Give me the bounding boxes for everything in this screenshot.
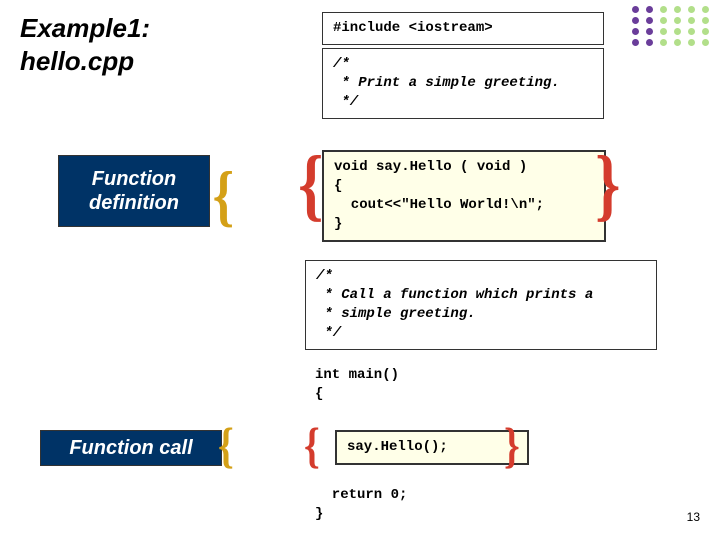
code-function-definition: void say.Hello ( void ) { cout<<"Hello W… bbox=[322, 150, 606, 242]
label-text: Function definition bbox=[59, 167, 209, 215]
code-comment-greeting: /* * Print a simple greeting. */ bbox=[322, 48, 604, 119]
brace-icon: { bbox=[213, 156, 234, 235]
code-include: #include <iostream> bbox=[322, 12, 604, 45]
code-main-open: int main() { bbox=[305, 360, 625, 410]
brace-icon: { bbox=[595, 140, 620, 231]
code-comment-call: /* * Call a function which prints a * si… bbox=[305, 260, 657, 350]
code-function-call: say.Hello(); bbox=[335, 430, 529, 465]
brace-icon: { bbox=[304, 416, 320, 474]
title-line2: hello.cpp bbox=[20, 46, 134, 76]
decor-dots bbox=[632, 6, 712, 46]
label-text: Function call bbox=[69, 436, 192, 460]
slide-title: Example1: hello.cpp bbox=[20, 12, 150, 77]
brace-icon: { bbox=[218, 416, 234, 474]
label-function-definition: Function definition bbox=[58, 155, 210, 227]
label-function-call: Function call bbox=[40, 430, 222, 466]
title-line1: Example1: bbox=[20, 13, 150, 43]
code-main-close: return 0; } bbox=[305, 480, 525, 530]
brace-icon: { bbox=[298, 140, 323, 231]
brace-icon: { bbox=[504, 416, 520, 474]
page-number: 13 bbox=[687, 510, 700, 524]
